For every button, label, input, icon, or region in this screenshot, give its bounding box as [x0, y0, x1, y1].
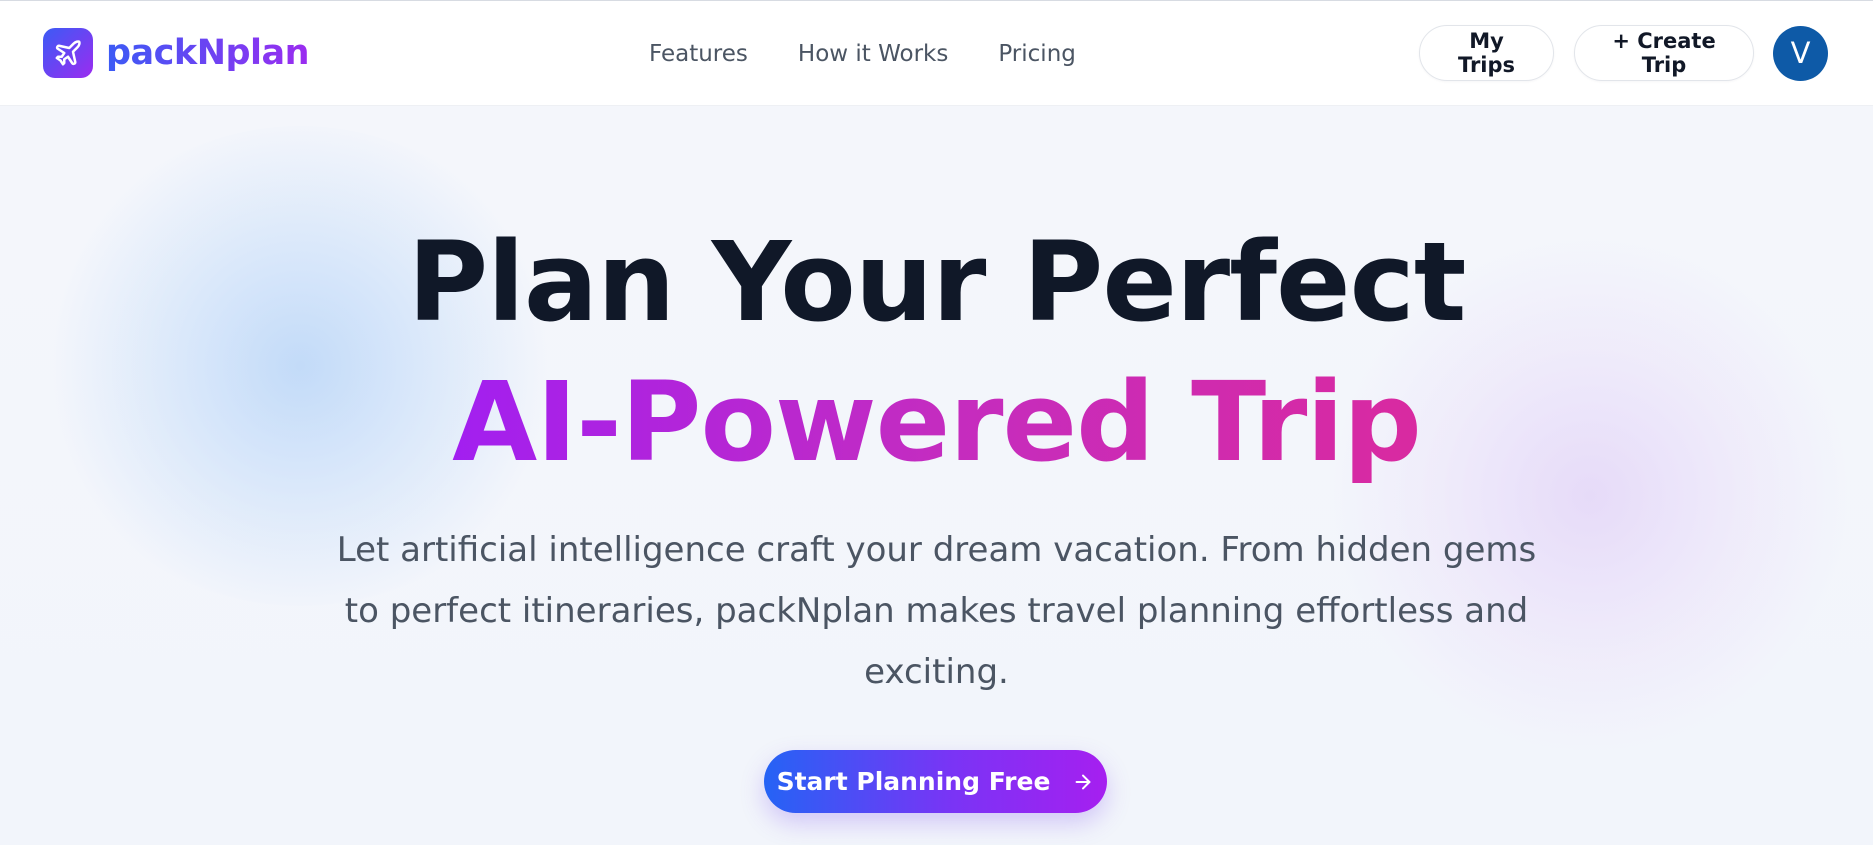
hero-title-accent: AI-Powered Trip	[0, 352, 1873, 492]
hero-title-accent-text: AI-Powered Trip	[452, 358, 1422, 486]
my-trips-button[interactable]: My Trips	[1419, 25, 1554, 81]
nav-link-how-it-works[interactable]: How it Works	[798, 37, 948, 71]
create-trip-button[interactable]: + Create Trip	[1574, 25, 1754, 81]
nav-link-features[interactable]: Features	[649, 37, 748, 71]
start-planning-button[interactable]: Start Planning Free	[764, 750, 1107, 813]
hero-section: Plan Your Perfect AI-Powered Trip Let ar…	[0, 106, 1873, 845]
start-planning-label: Start Planning Free	[776, 767, 1051, 796]
top-navbar: packNplan Features How it Works Pricing …	[0, 0, 1873, 106]
arrow-right-icon	[1072, 771, 1094, 793]
nav-link-pricing[interactable]: Pricing	[998, 37, 1076, 71]
plane-icon	[43, 28, 93, 78]
main-nav: Features How it Works Pricing	[649, 37, 1076, 71]
brand-name: packNplan	[106, 28, 310, 78]
user-avatar[interactable]: V	[1773, 25, 1828, 81]
header-actions: My Trips + Create Trip V	[1419, 25, 1828, 81]
hero-title: Plan Your Perfect	[407, 218, 1467, 346]
brand-logo[interactable]: packNplan	[43, 28, 310, 78]
hero-subtitle: Let artificial intelligence craft your d…	[336, 530, 1537, 692]
